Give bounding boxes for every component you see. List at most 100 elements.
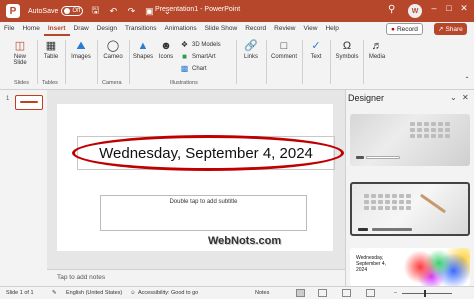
design-text-bar (356, 156, 364, 159)
close-pane-icon[interactable]: ✕ (462, 93, 469, 102)
links-button[interactable]: 🔗 Links (240, 40, 262, 60)
images-icon: ⛰ (76, 40, 86, 52)
chart-button[interactable]: ▩ Chart (180, 64, 207, 73)
collapse-ribbon-icon[interactable]: ⌃ (462, 76, 472, 83)
smartart-button[interactable]: ■ SmartArt (180, 52, 216, 61)
tab-record[interactable]: Record (241, 22, 270, 36)
save-icon[interactable]: 🖫 (89, 3, 101, 19)
speaker-icon: ♬ (371, 40, 383, 52)
subtitle-placeholder[interactable]: Double tap to add subtitle (100, 195, 307, 231)
cube-icon: ❖ (180, 40, 189, 49)
text-button[interactable]: ✓ Text (305, 40, 327, 60)
tab-animations[interactable]: Animations (161, 22, 201, 36)
smartart-icon: ■ (182, 52, 187, 61)
slide-sorter-icon[interactable] (318, 289, 327, 297)
slide-thumbnail[interactable] (15, 95, 43, 110)
group-label-camera: Camera (102, 80, 122, 86)
separator (97, 40, 98, 84)
tab-slide-show[interactable]: Slide Show (201, 22, 242, 36)
normal-view-icon[interactable] (296, 289, 305, 297)
design-idea-1[interactable] (350, 114, 470, 166)
design-idea-3[interactable]: Wednesday, September 4, 2024 (350, 248, 470, 286)
autosave-label: AutoSave (28, 7, 59, 15)
group-label-tables: Tables (42, 80, 58, 86)
links-label: Links (243, 54, 258, 60)
media-button[interactable]: ♬ Media (365, 40, 389, 60)
separator (65, 40, 66, 84)
undo-icon[interactable]: ↶ (107, 6, 119, 17)
language-status[interactable]: English (United States) (66, 290, 122, 296)
record-button[interactable]: ● Record (386, 23, 423, 35)
new-slide-button[interactable]: ◫ New Slide (8, 40, 32, 66)
comment-icon: □ (280, 40, 288, 52)
tab-help[interactable]: Help (321, 22, 342, 36)
minimize-icon[interactable]: – (428, 3, 440, 13)
design-text-bar (358, 228, 368, 231)
separator (236, 40, 237, 84)
spellcheck-icon[interactable]: ✎ (52, 290, 57, 296)
design-preview-text: Wednesday, September 4, 2024 (356, 255, 387, 273)
share-icon: ↗ (438, 26, 444, 33)
tab-transitions[interactable]: Transitions (121, 22, 161, 36)
design-idea-2[interactable] (350, 182, 470, 236)
lightbulb-icon[interactable]: ⚲ (388, 4, 395, 15)
cameo-button[interactable]: ◯ Cameo (100, 40, 126, 60)
icons-button[interactable]: ☻ Icons (156, 40, 176, 60)
tab-file[interactable]: File (0, 22, 18, 36)
accessibility-status[interactable]: Accessibility: Good to go (138, 290, 198, 296)
calendar-grid (364, 194, 411, 210)
autosave-toggle[interactable]: Off (61, 6, 84, 16)
slide-canvas[interactable]: Wednesday, September 4, 2024 Double tap … (57, 104, 344, 251)
tab-view[interactable]: View (299, 22, 321, 36)
slideshow-view-icon[interactable] (366, 289, 375, 297)
group-label-slides: Slides (14, 80, 29, 86)
shapes-icon: ▲ (137, 40, 149, 52)
comment-button[interactable]: □ Comment (268, 40, 300, 60)
redo-icon[interactable]: ↷ (125, 6, 137, 17)
watermark: WebNots.com (208, 235, 282, 247)
camera-icon: ◯ (106, 40, 120, 52)
cameo-label: Cameo (103, 54, 123, 60)
link-icon: 🔗 (244, 40, 258, 52)
zoom-slider-handle[interactable] (424, 290, 426, 297)
design-title-bar (366, 156, 400, 159)
zoom-out-button[interactable]: – (394, 290, 397, 296)
tab-home[interactable]: Home (18, 22, 43, 36)
record-label: Record (396, 25, 418, 33)
slide-thumbnail-pane: 1 (0, 90, 47, 286)
maximize-icon[interactable]: □ (443, 3, 455, 13)
tab-review[interactable]: Review (270, 22, 299, 36)
close-icon[interactable]: ✕ (458, 3, 470, 14)
tab-design[interactable]: Design (93, 22, 121, 36)
avatar[interactable]: W (408, 4, 422, 18)
slide-number: 1 (6, 96, 10, 102)
3d-models-label: 3D Models (192, 41, 221, 48)
title-placeholder[interactable]: Wednesday, September 4, 2024 (72, 135, 344, 171)
tab-insert[interactable]: Insert (43, 22, 70, 36)
omega-icon: Ω (342, 40, 352, 52)
tab-draw[interactable]: Draw (70, 22, 93, 36)
share-button[interactable]: ↗ Share (434, 23, 467, 35)
smartart-label: SmartArt (192, 53, 216, 60)
reading-view-icon[interactable] (342, 289, 351, 297)
separator (37, 40, 38, 84)
table-button[interactable]: ▦ Table (40, 40, 62, 60)
present-icon[interactable]: ▣ (143, 6, 155, 17)
notes-pane[interactable]: Tap to add notes (47, 269, 345, 286)
media-label: Media (368, 54, 386, 60)
images-button[interactable]: ⛰ Images (68, 40, 94, 60)
3d-models-button[interactable]: ❖ 3D Models (180, 40, 221, 49)
notes-toggle[interactable]: Notes (255, 290, 269, 296)
zoom-slider[interactable] (402, 293, 452, 294)
chevron-down-icon[interactable]: ⌄ (450, 93, 457, 102)
shapes-button[interactable]: ▲ Shapes (132, 40, 154, 60)
paint-splash-image (398, 248, 470, 286)
separator (129, 40, 130, 84)
highlight-oval (72, 135, 344, 171)
title-bar: P AutoSave Off 🖫 ↶ ↷ ▣ ⌄ Presentation1 -… (0, 0, 474, 22)
table-label: Table (43, 54, 59, 60)
symbols-button[interactable]: Ω Symbols (333, 40, 361, 60)
slide-count: Slide 1 of 1 (6, 290, 34, 296)
accessibility-icon: ☺ (130, 290, 136, 296)
group-label-illustrations: Illustrations (170, 80, 198, 86)
